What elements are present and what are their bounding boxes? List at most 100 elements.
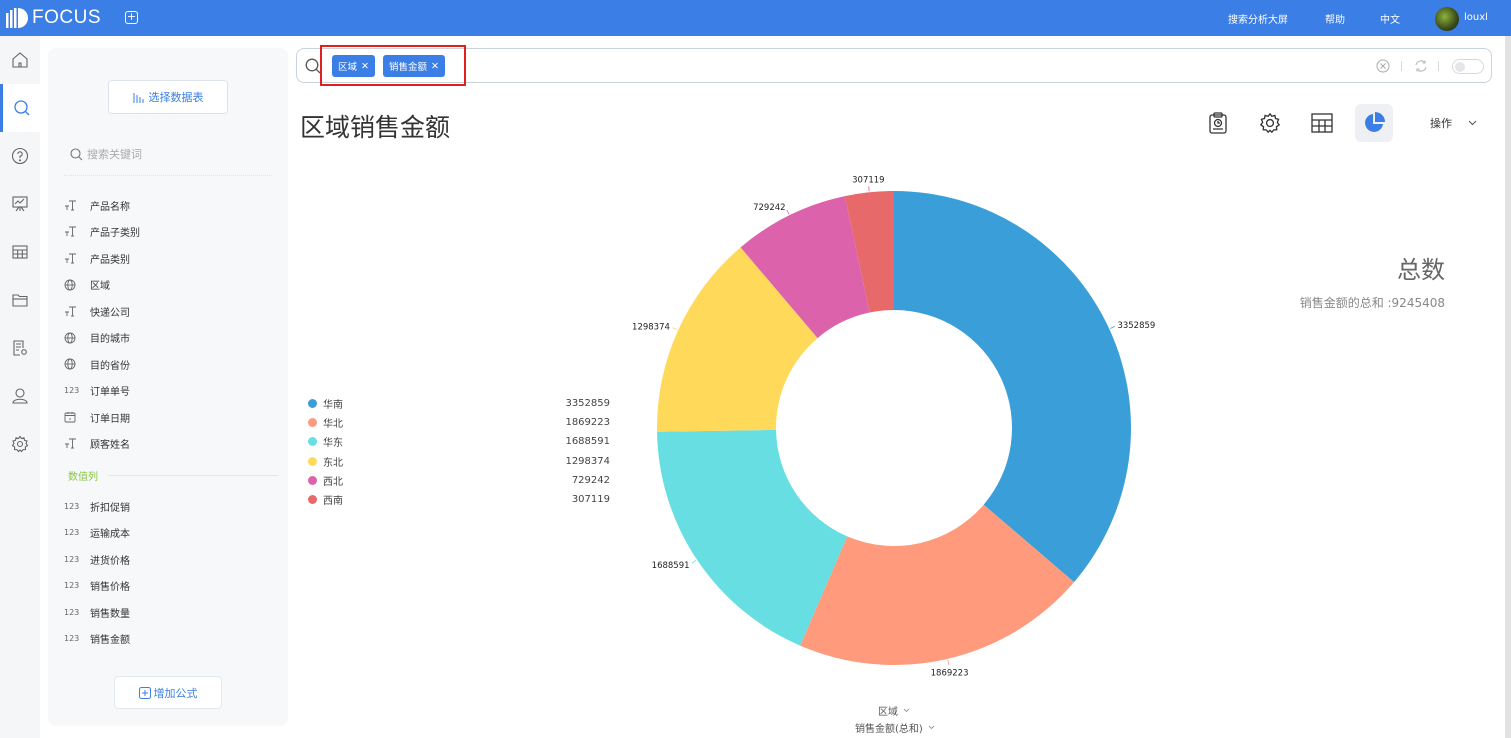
search-icon [13, 100, 29, 116]
data-label: 1869223 [931, 669, 969, 679]
rail-home[interactable] [0, 36, 40, 84]
nav-language[interactable]: 中文 [1380, 0, 1400, 36]
username[interactable]: louxl [1464, 0, 1488, 36]
legend-item[interactable]: 西南 307119 [308, 490, 610, 509]
nav-help[interactable]: 帮助 [1325, 0, 1345, 36]
field-item[interactable]: 产品名称 [64, 195, 130, 215]
select-table-label: 选择数据表 [148, 91, 204, 104]
data-label: 1298374 [632, 323, 670, 333]
divider [1438, 61, 1439, 71]
field-item[interactable]: 区域 [64, 275, 110, 295]
legend-label: 西北 [323, 476, 343, 488]
label-leader-line [947, 659, 950, 665]
number-field-icon: 123 [64, 528, 80, 537]
refresh-icon[interactable] [1414, 59, 1428, 73]
text-field-icon [65, 200, 76, 210]
number-field-icon: 123 [64, 501, 80, 511]
donut-slice[interactable] [894, 191, 1131, 583]
field-item[interactable]: 123 运输成本 [64, 523, 130, 543]
globe-icon [64, 332, 76, 343]
legend-label: 西南 [323, 496, 343, 508]
number-field-icon: 123 [64, 634, 80, 643]
table-view-icon [1311, 113, 1333, 133]
text-field-icon [65, 306, 76, 316]
field-item[interactable]: 产品子类别 [64, 222, 140, 242]
legend-item[interactable]: 华东 1688591 [308, 432, 610, 451]
operations-menu[interactable]: 操作 [1430, 115, 1477, 131]
field-item[interactable]: 订单日期 [64, 407, 130, 427]
field-item[interactable]: 123 销售数量 [64, 602, 130, 622]
user-icon [12, 388, 28, 404]
field-item[interactable]: 123 销售金额 [64, 629, 130, 649]
field-label: 订单单号 [90, 387, 130, 398]
number-field-icon: 123 [64, 554, 80, 564]
clipboard-chart-icon [1209, 112, 1227, 134]
field-item[interactable]: 目的省份 [64, 354, 130, 374]
rail-table[interactable] [0, 228, 40, 276]
scrollbar[interactable] [1505, 36, 1511, 738]
help-icon [11, 147, 29, 165]
chevron-down-icon [1468, 120, 1477, 126]
table-view-button[interactable] [1303, 104, 1341, 142]
field-item[interactable]: 目的城市 [64, 328, 130, 348]
rail-user[interactable] [0, 372, 40, 420]
nav-big-screen[interactable]: 搜索分析大屏 [1228, 0, 1288, 36]
field-item[interactable]: 123 订单单号 [64, 381, 130, 401]
legend-item[interactable]: 华南 3352859 [308, 394, 610, 413]
top-bar: FOCUS + 搜索分析大屏 帮助 中文 louxl [0, 0, 1511, 36]
pie-chart-button[interactable] [1355, 104, 1393, 142]
field-label: 折扣促销 [90, 502, 130, 514]
divider [64, 175, 272, 176]
settings-button[interactable] [1251, 104, 1289, 142]
field-label: 进货价格 [90, 555, 130, 567]
measure-selector[interactable]: 销售金额(总和) [855, 720, 935, 735]
rail-doc-settings[interactable] [0, 324, 40, 372]
field-label: 销售价格 [90, 582, 130, 593]
field-item[interactable]: 产品类别 [64, 248, 130, 268]
legend-item[interactable]: 西北 729242 [308, 471, 610, 490]
legend-item[interactable]: 华北 1869223 [308, 413, 610, 432]
field-label: 目的城市 [90, 334, 130, 345]
field-item[interactable]: 快递公司 [64, 301, 130, 321]
search-bar[interactable] [296, 48, 1492, 83]
folder-icon [12, 294, 28, 307]
field-label: 目的省份 [90, 360, 130, 372]
select-table-button[interactable]: 选择数据表 [108, 80, 228, 114]
logo[interactable]: FOCUS [6, 7, 101, 28]
add-formula-button[interactable]: 增加公式 [114, 676, 222, 709]
answer-clipboard-button[interactable] [1199, 104, 1237, 142]
field-label: 产品名称 [90, 201, 130, 213]
rail-folder[interactable] [0, 276, 40, 324]
doc-settings-icon [13, 340, 27, 356]
new-tab-button[interactable]: + [125, 11, 138, 24]
keyword-search-input[interactable]: 搜索关键词 [70, 144, 270, 164]
avatar[interactable] [1435, 7, 1459, 31]
legend-item[interactable]: 东北 1298374 [308, 452, 610, 471]
search-icon [70, 147, 83, 160]
field-item[interactable]: 123 折扣促销 [64, 496, 130, 516]
field-item[interactable]: 123 销售价格 [64, 576, 130, 596]
clear-circle-icon[interactable] [1376, 59, 1390, 73]
field-label: 产品类别 [90, 254, 130, 266]
measure-section-title: 数值列 [68, 472, 98, 483]
field-label: 订单日期 [90, 413, 130, 425]
dashboard-icon [12, 196, 28, 212]
field-item[interactable]: 123 进货价格 [64, 549, 130, 569]
data-label: 729242 [753, 203, 785, 213]
search-toggle[interactable] [1452, 59, 1484, 74]
field-label: 产品子类别 [90, 228, 140, 239]
dimension-selector[interactable]: 区域 [878, 703, 910, 718]
field-item[interactable]: 顾客姓名 [64, 434, 130, 454]
rail-settings[interactable] [0, 420, 40, 468]
rail-help[interactable] [0, 132, 40, 180]
search-icon [305, 58, 321, 74]
rail-search[interactable] [0, 84, 40, 132]
app-name: FOCUS [32, 7, 101, 28]
total-value: 销售金额的总和 :9245408 [1299, 296, 1445, 310]
measure-section-label: 数值列 [68, 468, 278, 483]
legend-swatch [308, 437, 317, 447]
chevron-down-icon [903, 708, 910, 713]
divider [1401, 61, 1402, 71]
dimension-label: 区域 [878, 707, 898, 718]
rail-dashboard[interactable] [0, 180, 40, 228]
